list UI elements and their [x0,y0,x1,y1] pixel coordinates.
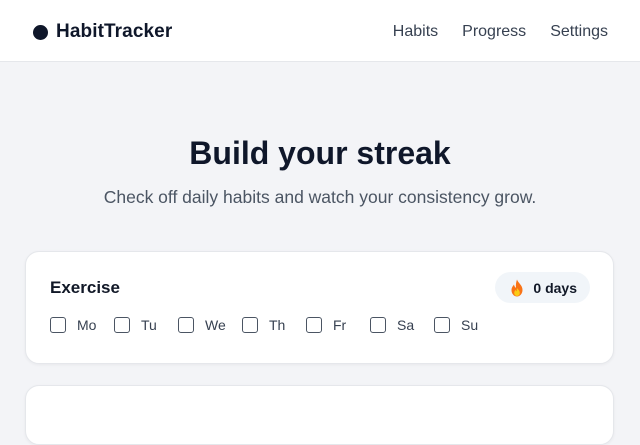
day-label: Tu [141,317,157,333]
nav-link-progress[interactable]: Progress [462,23,526,41]
day-label: Mo [77,317,97,333]
hero-title: Build your streak [189,135,451,171]
brand[interactable]: HabitTracker [33,20,172,44]
main-nav: Habits Progress Settings [393,20,608,44]
day-toggle-th[interactable]: Th [242,317,293,333]
day-label: Fr [333,317,347,333]
weekday-checkboxes: Mo Tu We Th Fr Sa Su [50,317,498,333]
brand-name: HabitTracker [56,21,173,42]
day-checkbox[interactable] [114,317,130,333]
day-toggle-su[interactable]: Su [434,317,485,333]
day-checkbox[interactable] [306,317,322,333]
day-toggle-tu[interactable]: Tu [114,317,165,333]
day-checkbox[interactable] [50,317,66,333]
habit-card-next [25,385,614,445]
flame-icon [511,279,523,296]
day-label: Sa [397,317,415,333]
day-checkbox[interactable] [178,317,194,333]
top-navigation-bar: HabitTracker Habits Progress Settings [0,0,640,62]
streak-count: 0 days [533,279,577,296]
nav-link-habits[interactable]: Habits [393,23,438,41]
habit-card-exercise: Exercise 0 days Mo Tu We Th Fr Sa Su [25,251,614,364]
day-label: Su [461,317,479,333]
day-checkbox[interactable] [242,317,258,333]
day-checkbox[interactable] [434,317,450,333]
streak-badge: 0 days [495,272,590,303]
nav-link-settings[interactable]: Settings [550,23,608,41]
hero-subtitle: Check off daily habits and watch your co… [103,187,537,207]
day-toggle-we[interactable]: We [178,317,229,333]
day-toggle-sa[interactable]: Sa [370,317,421,333]
habit-name: Exercise [50,278,120,297]
day-label: Th [269,317,286,333]
day-label: We [205,317,226,333]
day-toggle-mo[interactable]: Mo [50,317,101,333]
day-toggle-fr[interactable]: Fr [306,317,357,333]
day-checkbox[interactable] [370,317,386,333]
brand-logo-dot [33,24,48,40]
